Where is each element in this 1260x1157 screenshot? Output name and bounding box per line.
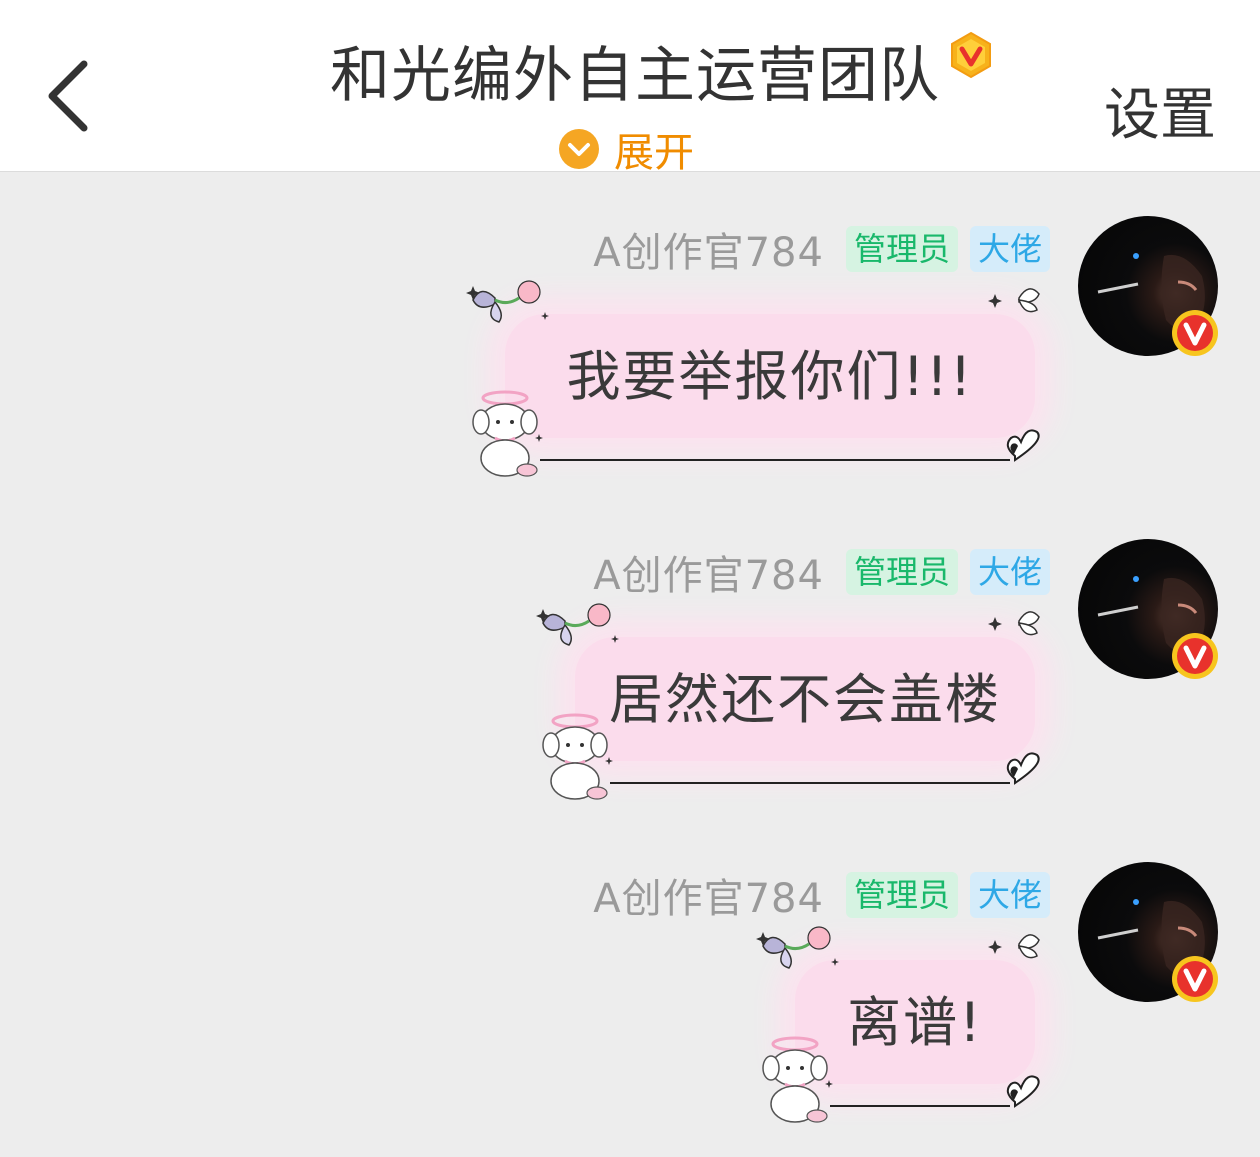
back-button[interactable] (30, 50, 110, 140)
boss-tag: 大佬 (969, 226, 1050, 272)
message-bubble[interactable]: 离谱! (755, 924, 1055, 1124)
admin-tag: 管理员 (845, 549, 958, 595)
sender-name[interactable]: A创作官784 (593, 866, 824, 924)
heart-line-icon (540, 429, 1040, 462)
vip-badge-icon (951, 31, 991, 79)
chevron-down-icon (559, 129, 599, 169)
group-title: 和光编外自主运营团队 (330, 40, 940, 111)
verified-v-icon (1172, 956, 1218, 1002)
sender-name[interactable]: A创作官784 (593, 543, 824, 601)
butterfly-peach-icon (756, 926, 839, 969)
message-meta: A创作官784 管理员 大佬 (593, 870, 1050, 922)
avatar[interactable] (1078, 539, 1218, 679)
boss-tag: 大佬 (969, 872, 1050, 918)
chat-message: A创作官784 管理员 大佬 离谱! (0, 862, 1260, 1157)
butterfly-peach-icon (536, 603, 619, 646)
message-meta: A创作官784 管理员 大佬 (593, 547, 1050, 599)
expand-toggle[interactable]: 展开 (558, 126, 694, 176)
heart-line-icon (610, 752, 1040, 785)
butterfly-icon (988, 611, 1040, 636)
admin-tag: 管理员 (845, 872, 958, 918)
heart-line-icon (830, 1075, 1040, 1108)
chat-message: A创作官784 管理员 大佬 我要举报你们!!! (0, 216, 1260, 516)
message-meta: A创作官784 管理员 大佬 (593, 224, 1050, 276)
top-bar: 和光编外自主运营团队 展开 设置 (0, 0, 1260, 176)
boss-tag: 大佬 (969, 549, 1050, 595)
verified-v-icon (1172, 310, 1218, 356)
butterfly-peach-icon (466, 280, 549, 323)
butterfly-icon (988, 934, 1040, 959)
expand-label: 展开 (614, 130, 694, 176)
group-title-area: 和光编外自主运营团队 (330, 30, 996, 111)
sender-name[interactable]: A创作官784 (593, 220, 824, 278)
admin-tag: 管理员 (845, 226, 958, 272)
message-bubble[interactable]: 我要举报你们!!! (465, 278, 1055, 478)
back-chevron-icon (48, 60, 88, 132)
settings-button[interactable]: 设置 (1104, 70, 1216, 151)
message-bubble[interactable]: 居然还不会盖楼 (535, 601, 1055, 801)
avatar[interactable] (1078, 216, 1218, 356)
chat-message: A创作官784 管理员 大佬 居然还不会盖楼 (0, 539, 1260, 839)
verified-v-icon (1172, 633, 1218, 679)
butterfly-icon (988, 288, 1040, 313)
avatar[interactable] (1078, 862, 1218, 1002)
